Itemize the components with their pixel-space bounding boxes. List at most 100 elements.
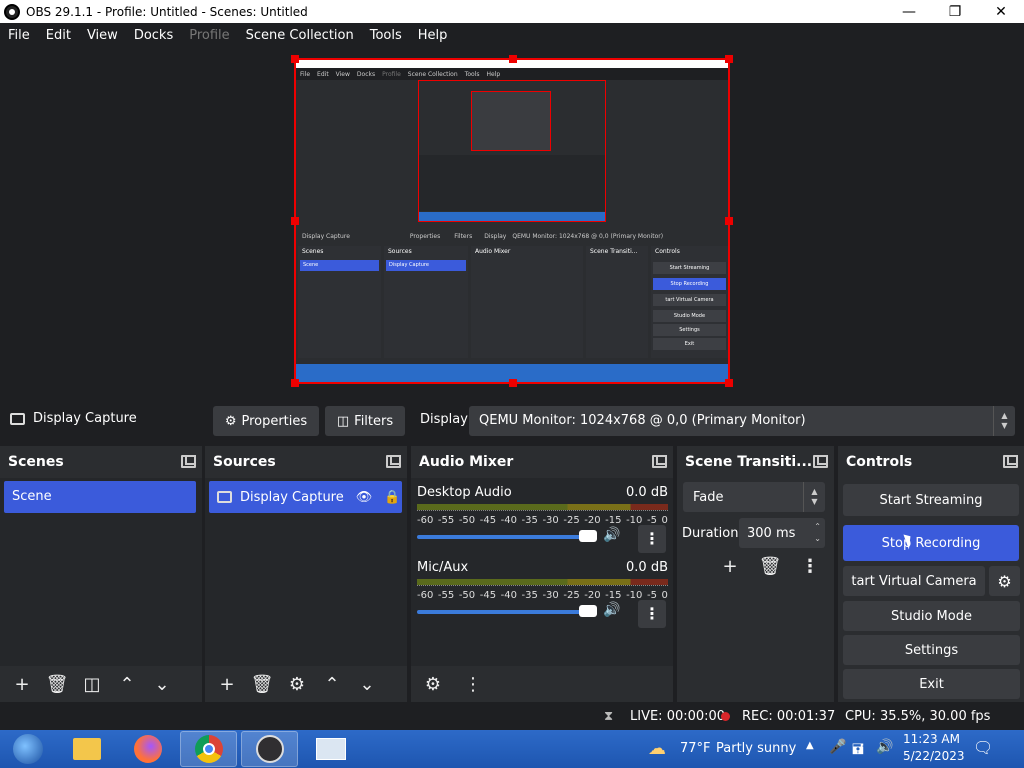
resize-handle[interactable]	[509, 55, 517, 63]
move-down-button[interactable]: ⌄	[145, 669, 179, 699]
close-button[interactable]: ✕	[978, 0, 1024, 23]
menu-docks[interactable]: Docks	[126, 28, 181, 43]
resize-handle[interactable]	[509, 379, 517, 387]
remove-scene-button[interactable]: 🗑	[40, 669, 74, 699]
settings-button[interactable]: Settings	[843, 635, 1020, 665]
preview-canvas[interactable]: File Edit View Docks Profile Scene Colle…	[291, 55, 733, 387]
display-select[interactable]: QEMU Monitor: 1024x768 @ 0,0 (Primary Mo…	[469, 406, 1015, 436]
menu-tools[interactable]: Tools	[362, 28, 410, 43]
menu-profile: Profile	[189, 27, 230, 43]
transitions-title: Scene Transiti...	[685, 454, 813, 470]
resize-handle[interactable]	[291, 55, 299, 63]
add-scene-button[interactable]: +	[5, 669, 39, 699]
window-title: OBS 29.1.1 - Profile: Untitled - Scenes:…	[26, 4, 308, 19]
minimize-button[interactable]: —	[886, 0, 932, 23]
maximize-button[interactable]: ❐	[932, 0, 978, 23]
transition-select[interactable]: Fade ▲ ▼	[683, 482, 825, 512]
meter-scale: -60 -55 -50 -45 -40 -35 -30 -25 -20 -15 -10 -5 0	[417, 590, 668, 601]
remove-source-button[interactable]: 🗑	[245, 669, 279, 699]
advanced-audio-button[interactable]: ⚙	[416, 669, 450, 699]
dock-float-icon[interactable]	[181, 455, 196, 468]
network-icon[interactable]: 🖬	[852, 739, 864, 763]
live-timer: LIVE: 00:00:00	[630, 709, 726, 724]
dock-float-icon[interactable]	[813, 455, 828, 468]
notification-icon[interactable]: 🗨	[973, 738, 993, 757]
mixer-menu-button[interactable]: ⋮	[456, 669, 490, 699]
resize-handle[interactable]	[291, 379, 299, 387]
weather-temp[interactable]: 77°F	[680, 741, 711, 756]
channel-menu-button[interactable]: ⋮	[638, 525, 666, 553]
scene-filters-button[interactable]: ◫	[75, 669, 109, 699]
studio-mode-button[interactable]: Studio Mode	[843, 601, 1020, 631]
volume-icon[interactable]: 🔊	[876, 739, 893, 755]
start-button[interactable]	[0, 731, 55, 767]
stop-recording-button[interactable]: Stop Recording	[843, 525, 1019, 561]
taskbar-firefox[interactable]	[119, 731, 176, 767]
source-properties-button[interactable]: ⚙	[280, 669, 314, 699]
weather-text[interactable]: Partly sunny	[716, 741, 796, 756]
duration-spinbox[interactable]: 300 ms ⌃ ⌄	[739, 518, 825, 548]
add-source-button[interactable]: +	[210, 669, 244, 699]
resize-handle[interactable]	[725, 379, 733, 387]
transition-properties-button[interactable]: ⋮	[793, 551, 827, 581]
channel-menu-button[interactable]: ⋮	[638, 600, 666, 628]
dock-float-icon[interactable]	[386, 455, 401, 468]
properties-button[interactable]: ⚙ Properties	[213, 406, 319, 436]
taskbar-monitor[interactable]	[302, 731, 359, 767]
spinner-icon[interactable]: ⌃ ⌄	[814, 521, 821, 545]
virtual-camera-settings-button[interactable]: ⚙	[989, 566, 1020, 596]
move-up-button[interactable]: ⌃	[315, 669, 349, 699]
remove-transition-button[interactable]: 🗑	[753, 551, 787, 581]
dock-float-icon[interactable]	[652, 455, 667, 468]
add-transition-button[interactable]: +	[713, 551, 747, 581]
monitor-icon	[217, 491, 232, 503]
dock-float-icon[interactable]	[1003, 455, 1018, 468]
mini-menu: File Edit View Docks Profile Scene Colle…	[296, 68, 728, 80]
microphone-icon[interactable]: 🎤	[829, 739, 846, 755]
volume-slider-handle[interactable]	[579, 605, 597, 617]
scenes-dock: Scenes Scene + 🗑 ◫ ⌃ ⌄	[0, 446, 202, 702]
duration-label: Duration	[682, 526, 739, 541]
volume-slider[interactable]	[417, 610, 595, 614]
weather-icon: ☁	[648, 738, 666, 759]
move-down-button[interactable]: ⌄	[350, 669, 384, 699]
cpu-status: CPU: 35.5%, 30.00 fps	[845, 709, 991, 724]
volume-slider[interactable]	[417, 535, 595, 539]
tray-expand-icon[interactable]: ▲	[806, 740, 814, 751]
source-item[interactable]: Display Capture 👁 🔒	[209, 481, 402, 513]
selected-source-name: Display Capture	[33, 411, 137, 426]
scene-item[interactable]: Scene	[4, 481, 196, 513]
taskbar-obs[interactable]	[241, 731, 298, 767]
gear-icon: ⚙	[997, 571, 1012, 591]
obs-app-icon	[4, 3, 20, 20]
windows-taskbar: ☁ 77°F Partly sunny ▲ 🎤 🖬 🔊 11:23 AM 5/2…	[0, 730, 1024, 768]
menu-view[interactable]: View	[79, 28, 126, 43]
clock-time[interactable]: 11:23 AM	[903, 732, 960, 746]
menu-edit[interactable]: Edit	[38, 28, 79, 43]
resize-handle[interactable]	[291, 217, 299, 225]
windows-logo-icon	[12, 734, 43, 764]
taskbar-chrome[interactable]	[180, 731, 237, 767]
speaker-icon[interactable]: 🔊	[603, 527, 620, 543]
eye-icon[interactable]: 👁	[356, 490, 373, 505]
title-bar: OBS 29.1.1 - Profile: Untitled - Scenes:…	[0, 0, 1024, 23]
menu-file[interactable]: File	[0, 28, 38, 43]
start-virtual-camera-button[interactable]: tart Virtual Camera	[843, 566, 985, 596]
clock-date[interactable]: 5/22/2023	[903, 749, 965, 763]
filters-button[interactable]: ◫ Filters	[325, 406, 405, 436]
resize-handle[interactable]	[725, 55, 733, 63]
lock-icon[interactable]: 🔒	[384, 490, 400, 505]
display-label: Display	[420, 412, 468, 427]
resize-handle[interactable]	[725, 217, 733, 225]
menu-help[interactable]: Help	[410, 28, 456, 43]
speaker-icon[interactable]: 🔊	[603, 602, 620, 618]
source-toolbar: Display Capture ⚙ Properties ◫ Filters D…	[0, 404, 1024, 438]
exit-button[interactable]: Exit	[843, 669, 1020, 699]
mixer-title: Audio Mixer	[419, 454, 514, 470]
menu-scene-collection[interactable]: Scene Collection	[238, 28, 362, 43]
start-streaming-button[interactable]: Start Streaming	[843, 484, 1019, 516]
volume-slider-handle[interactable]	[579, 530, 597, 542]
audio-mixer-dock: Audio Mixer Desktop Audio 0.0 dB -60 -55-…	[411, 446, 673, 702]
move-up-button[interactable]: ⌃	[110, 669, 144, 699]
taskbar-explorer[interactable]	[58, 731, 115, 767]
